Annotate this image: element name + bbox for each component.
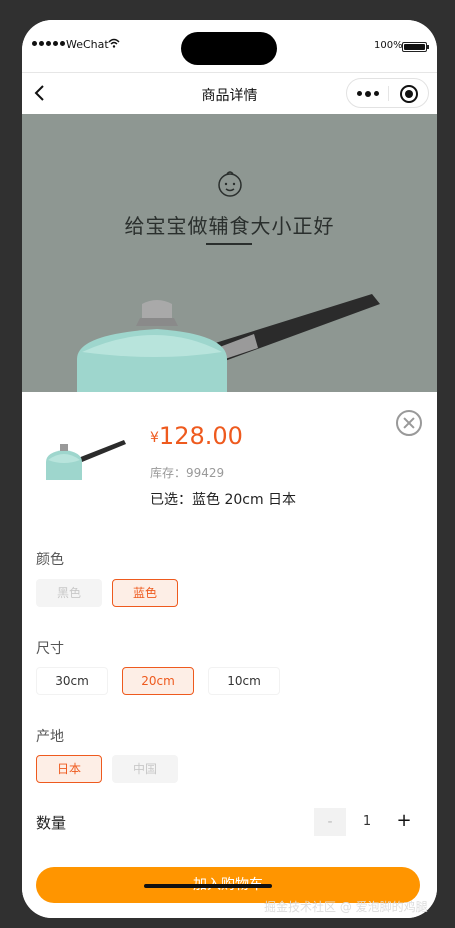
stock-count: 库存：99429 xyxy=(150,466,225,480)
product-hero-image: 给宝宝做辅食大小正好 xyxy=(22,114,437,392)
signal-icon xyxy=(32,41,65,46)
wifi-icon xyxy=(108,38,120,48)
quantity-label: 数量 xyxy=(36,814,67,832)
hero-underline xyxy=(206,243,252,245)
close-icon[interactable] xyxy=(396,410,422,436)
quantity-stepper: - 1 + xyxy=(314,808,420,836)
currency-symbol: ¥ xyxy=(150,430,159,446)
option-30cm[interactable]: 30cm xyxy=(36,667,108,695)
pot-illustration xyxy=(22,274,437,392)
nav-bar: 商品详情 xyxy=(22,72,437,114)
battery-percentage: 100% xyxy=(374,40,403,51)
decrease-button[interactable]: - xyxy=(314,808,346,836)
spec-options-color: 黑色 蓝色 xyxy=(36,579,188,607)
spec-label-color: 颜色 xyxy=(36,552,64,568)
option-10cm[interactable]: 10cm xyxy=(208,667,280,695)
option-black: 黑色 xyxy=(36,579,102,607)
hero-caption: 给宝宝做辅食大小正好 xyxy=(124,214,335,238)
increase-button[interactable]: + xyxy=(388,808,420,836)
selected-spec-summary: 已选：蓝色 20cm 日本 xyxy=(150,492,297,508)
product-price: ¥128.00 xyxy=(150,422,243,450)
quantity-value[interactable]: 1 xyxy=(346,808,388,836)
phone-screen: WeChat 100% 商品详情 给宝宝做辅食大小正好 ¥128.00 库存：9… xyxy=(22,20,437,918)
watermark: 掘金技术社区 @ 爱泡脚的鸡腿 xyxy=(264,900,428,914)
more-icon[interactable] xyxy=(357,90,379,97)
product-thumbnail xyxy=(38,422,128,482)
option-japan[interactable]: 日本 xyxy=(36,755,102,783)
dynamic-island xyxy=(181,32,277,65)
battery-icon xyxy=(402,42,429,52)
spec-selector-sheet: ¥128.00 库存：99429 已选：蓝色 20cm 日本 颜色 黑色 蓝色 … xyxy=(22,392,437,918)
option-20cm[interactable]: 20cm xyxy=(122,667,194,695)
option-blue[interactable]: 蓝色 xyxy=(112,579,178,607)
price-value: 128.00 xyxy=(158,422,243,450)
mini-program-capsule xyxy=(346,78,429,108)
option-china: 中国 xyxy=(112,755,178,783)
home-indicator xyxy=(144,884,272,888)
baby-face-icon xyxy=(218,171,242,197)
spec-options-size: 30cm 20cm 10cm xyxy=(36,667,294,695)
record-icon[interactable] xyxy=(400,85,418,103)
spec-label-origin: 产地 xyxy=(36,729,64,745)
capsule-divider xyxy=(388,86,389,101)
carrier-name: WeChat xyxy=(66,38,109,51)
spec-label-size: 尺寸 xyxy=(36,641,64,657)
spec-options-origin: 日本 中国 xyxy=(36,755,188,783)
status-bar: WeChat 100% xyxy=(22,20,437,72)
